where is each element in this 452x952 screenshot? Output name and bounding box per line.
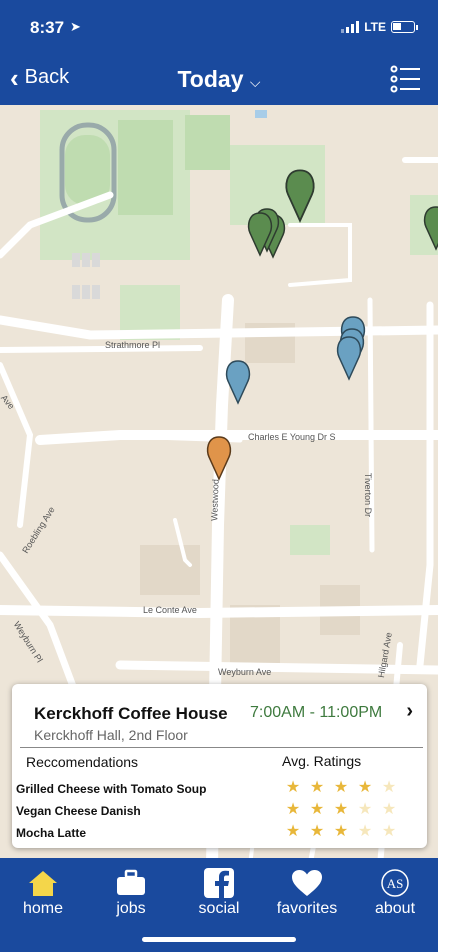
- tab-label: home: [22, 900, 64, 917]
- list-item[interactable]: Vegan Cheese Danish ★ ★ ★ ★ ★: [16, 801, 416, 824]
- item-name: Mocha Latte: [16, 826, 87, 840]
- chevron-right-icon[interactable]: ›: [406, 700, 413, 723]
- location-arrow-icon: ➤: [70, 19, 81, 34]
- as-logo-text: AS: [387, 876, 404, 891]
- star-filled-icon: ★: [309, 801, 325, 818]
- facebook-icon: [204, 868, 234, 898]
- tab-jobs[interactable]: jobs: [96, 866, 166, 918]
- location-name: Kerckhoff Coffee House: [34, 704, 228, 723]
- status-indicators: LTE: [341, 20, 418, 34]
- divider: [20, 747, 423, 748]
- as-logo-icon: AS: [381, 869, 409, 897]
- map-marker-blue[interactable]: [336, 336, 362, 380]
- list-view-icon[interactable]: [390, 64, 422, 94]
- list-item[interactable]: Grilled Cheese with Tomato Soup ★ ★ ★ ★ ★: [16, 779, 416, 802]
- tab-label: favorites: [276, 900, 338, 917]
- star-filled-icon: ★: [309, 823, 325, 840]
- star-filled-icon: ★: [285, 823, 301, 840]
- star-filled-icon: ★: [309, 779, 325, 796]
- map-marker-green[interactable]: [423, 206, 438, 250]
- page-title[interactable]: Today ⌵: [0, 66, 438, 93]
- header-bar: 8:37 ➤ LTE ‹ Back Today ⌵: [0, 0, 438, 105]
- page-title-text: Today: [177, 66, 244, 92]
- star-filled-icon: ★: [333, 823, 349, 840]
- location-hours: 7:00AM - 11:00PM: [250, 704, 383, 721]
- home-icon: [29, 871, 57, 896]
- chevron-down-icon: ⌵: [249, 74, 261, 90]
- star-filled-icon: ★: [333, 801, 349, 818]
- star-filled-icon: ★: [285, 779, 301, 796]
- tab-social[interactable]: social: [184, 866, 254, 918]
- recommendations-header: Reccomendations: [26, 754, 139, 770]
- network-label: LTE: [364, 20, 386, 34]
- star-empty-icon: ★: [381, 801, 397, 818]
- tab-home[interactable]: home: [8, 866, 78, 918]
- map-marker-green[interactable]: [285, 169, 315, 222]
- star-rating: ★ ★ ★ ★ ★: [282, 823, 400, 841]
- home-indicator: [142, 937, 296, 942]
- briefcase-icon: [117, 869, 145, 895]
- star-empty-icon: ★: [357, 823, 373, 840]
- recommendation-list: Grilled Cheese with Tomato Soup ★ ★ ★ ★ ★ Ve…: [16, 779, 416, 846]
- tab-label: about: [374, 900, 416, 917]
- location-address: Kerckhoff Hall, 2nd Floor: [34, 727, 188, 743]
- tab-label: social: [198, 900, 240, 917]
- heart-icon: [292, 870, 322, 896]
- item-name: Grilled Cheese with Tomato Soup: [16, 782, 207, 796]
- star-rating: ★ ★ ★ ★ ★: [282, 801, 400, 819]
- star-filled-icon: ★: [333, 779, 349, 796]
- star-empty-icon: ★: [381, 779, 397, 796]
- map-marker-selected[interactable]: [206, 436, 232, 480]
- location-card[interactable]: Kerckhoff Coffee House 7:00AM - 11:00PM …: [12, 684, 427, 848]
- tab-bar: home jobs social favorites AS about: [0, 858, 438, 952]
- battery-icon: [391, 21, 415, 33]
- tab-about[interactable]: AS about: [360, 866, 430, 918]
- star-filled-icon: ★: [285, 801, 301, 818]
- status-time: 8:37: [30, 18, 65, 37]
- list-item[interactable]: Mocha Latte ★ ★ ★ ★ ★: [16, 823, 416, 846]
- star-rating: ★ ★ ★ ★ ★: [282, 779, 400, 797]
- signal-icon: [341, 21, 360, 33]
- tab-favorites[interactable]: favorites: [272, 866, 342, 918]
- map-marker-blue[interactable]: [225, 360, 251, 404]
- star-empty-icon: ★: [357, 801, 373, 818]
- ratings-header: Avg. Ratings: [282, 753, 362, 769]
- tab-label: jobs: [116, 900, 146, 917]
- star-filled-icon: ★: [357, 779, 373, 796]
- star-empty-icon: ★: [381, 823, 397, 840]
- item-name: Vegan Cheese Danish: [16, 804, 141, 818]
